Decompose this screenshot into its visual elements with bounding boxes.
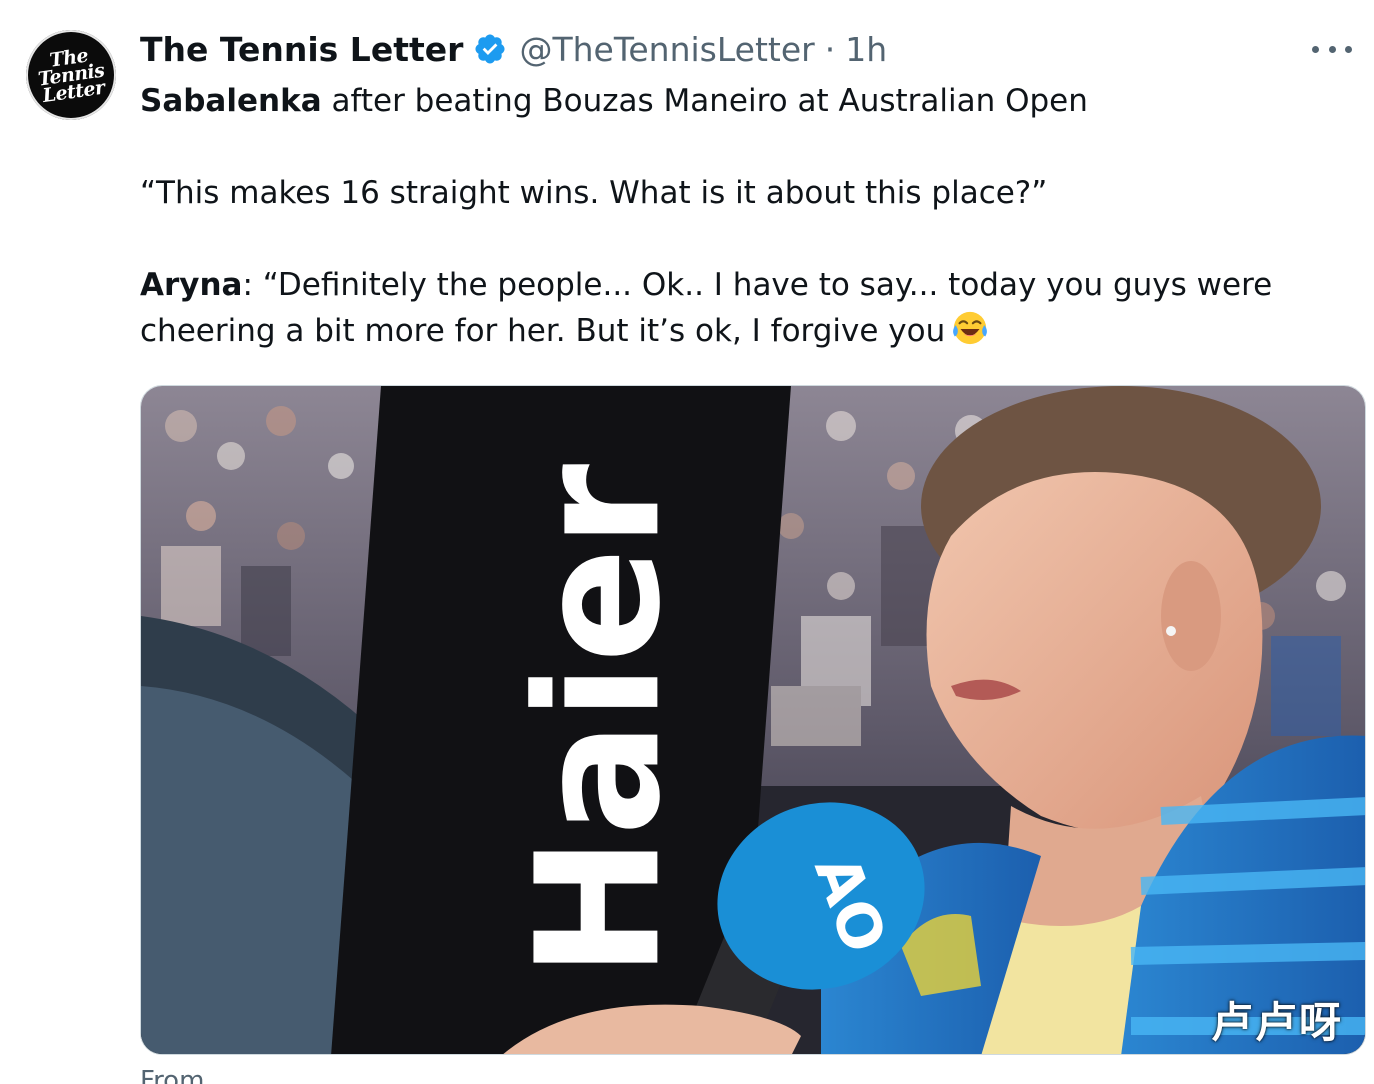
tweet-quote: “This makes 16 straight wins. What is it… <box>140 175 1048 211</box>
avatar[interactable]: The Tennis Letter <box>26 30 116 120</box>
timestamp[interactable]: 1h <box>845 30 887 69</box>
tweet-speaker: Aryna <box>140 267 243 303</box>
tweet-line-1-bold: Sabalenka <box>140 83 322 119</box>
handle[interactable]: @TheTennisLetter <box>519 30 814 69</box>
tweet-text: Sabalenka after beating Bouzas Maneiro a… <box>140 78 1330 354</box>
from-label: From <box>140 1066 205 1084</box>
tweet-media-image[interactable]: Haier AO 卢卢呀 <box>140 385 1366 1055</box>
tweet-answer: Aryna: “Definitely the people... Ok.. I … <box>140 262 1330 354</box>
tweet-line-1: Sabalenka after beating Bouzas Maneiro a… <box>140 78 1330 124</box>
separator-dot: · <box>824 29 836 69</box>
tweet-answer-text: : “Definitely the people... Ok.. I have … <box>140 267 1273 349</box>
photo-scene: Haier AO <box>141 386 1365 1054</box>
more-options-icon[interactable] <box>1312 34 1352 64</box>
watermark-text: 卢卢呀 <box>1210 998 1343 1047</box>
avatar-logo-text: The Tennis Letter <box>36 44 106 107</box>
tweet-header: The Tennis Letter @TheTennisLetter · 1h <box>140 26 887 72</box>
tears-of-joy-emoji-icon <box>953 311 988 345</box>
haier-board-text: Haier <box>500 464 698 979</box>
display-name[interactable]: The Tennis Letter <box>140 30 463 69</box>
tweet-card[interactable]: The Tennis Letter The Tennis Letter @The… <box>0 0 1374 1084</box>
verified-badge-icon[interactable] <box>473 32 507 66</box>
tweet-line-1-rest: after beating Bouzas Maneiro at Australi… <box>321 83 1088 119</box>
